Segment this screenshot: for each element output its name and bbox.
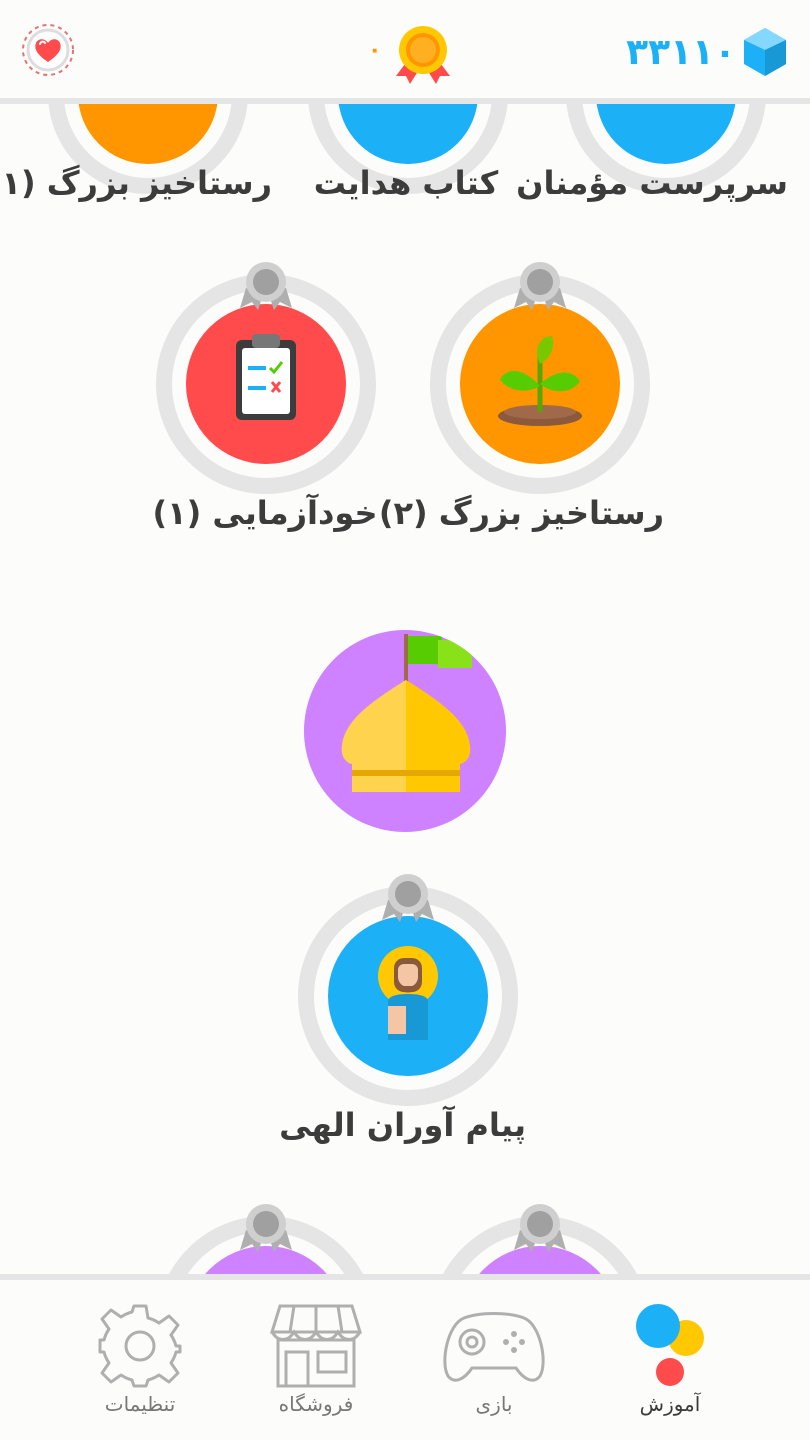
award-ribbon-icon bbox=[240, 1204, 292, 1252]
medal-icon bbox=[396, 26, 450, 84]
learn-icon bbox=[636, 1304, 704, 1386]
award-ribbon-icon bbox=[382, 874, 434, 922]
dome-flag-icon bbox=[341, 634, 472, 792]
nav-shop-label: فروشگاه bbox=[278, 1392, 354, 1416]
gear-icon bbox=[98, 1304, 182, 1388]
lesson-label: رستاخیز بزرگ (۱) bbox=[0, 164, 272, 202]
streak-button[interactable]: ۰ bbox=[368, 24, 458, 88]
lesson-tree: سرپرست مؤمنان کتاب هدایت رستاخیز بزرگ (۱… bbox=[0, 104, 810, 1274]
gems-counter[interactable]: ۳۳۱۱۰ bbox=[626, 24, 788, 80]
lesson-label: کتاب هدایت bbox=[313, 164, 499, 202]
shop-icon bbox=[270, 1304, 362, 1388]
lesson-rastakhiz-1[interactable] bbox=[48, 104, 248, 194]
plant-icon bbox=[498, 336, 582, 426]
bottom-divider bbox=[0, 1274, 810, 1280]
gems-count: ۳۳۱۱۰ bbox=[626, 31, 736, 73]
nav-settings[interactable]: تنظیمات bbox=[70, 1294, 210, 1434]
award-ribbon-icon bbox=[240, 262, 292, 310]
nav-settings-label: تنظیمات bbox=[104, 1392, 176, 1416]
lesson-purple-left[interactable] bbox=[156, 1204, 376, 1274]
nav-games-label: بازی bbox=[475, 1392, 513, 1416]
heart-icon bbox=[22, 24, 74, 76]
lesson-label: رستاخیز بزرگ (۲) bbox=[378, 494, 664, 532]
award-ribbon-icon bbox=[514, 262, 566, 310]
lesson-rastakhiz-2[interactable] bbox=[430, 262, 650, 494]
gamepad-icon bbox=[443, 1312, 545, 1382]
bottom-nav: آموزش بازی فروشگاه تنظیمات bbox=[0, 1274, 810, 1440]
lesson-label: پیام آوران الهی bbox=[279, 1106, 526, 1144]
lesson-payam-avaran[interactable] bbox=[298, 874, 518, 1106]
clipboard-icon bbox=[236, 334, 296, 420]
lesson-purple-right[interactable] bbox=[430, 1204, 650, 1274]
award-ribbon-icon bbox=[514, 1204, 566, 1252]
lesson-label: خودآزمایی (۱) bbox=[152, 494, 378, 532]
nav-shop[interactable]: فروشگاه bbox=[246, 1294, 386, 1434]
gem-icon bbox=[744, 28, 786, 76]
checkpoint-button[interactable] bbox=[304, 630, 506, 832]
hearts-button[interactable] bbox=[20, 22, 76, 78]
lesson-ketab-hedayat[interactable] bbox=[308, 104, 508, 194]
nav-learn[interactable]: آموزش bbox=[600, 1294, 740, 1434]
lesson-label: سرپرست مؤمنان bbox=[516, 164, 788, 202]
nav-learn-label: آموزش bbox=[639, 1392, 701, 1416]
lesson-sarparast-momenan[interactable] bbox=[566, 104, 766, 194]
top-bar: ۰ ۳۳۱۱۰ bbox=[0, 0, 810, 104]
prophet-icon bbox=[378, 946, 438, 1040]
nav-games[interactable]: بازی bbox=[424, 1294, 564, 1434]
streak-count: ۰ bbox=[368, 38, 382, 63]
lesson-khodazmayi-1[interactable] bbox=[156, 262, 376, 494]
